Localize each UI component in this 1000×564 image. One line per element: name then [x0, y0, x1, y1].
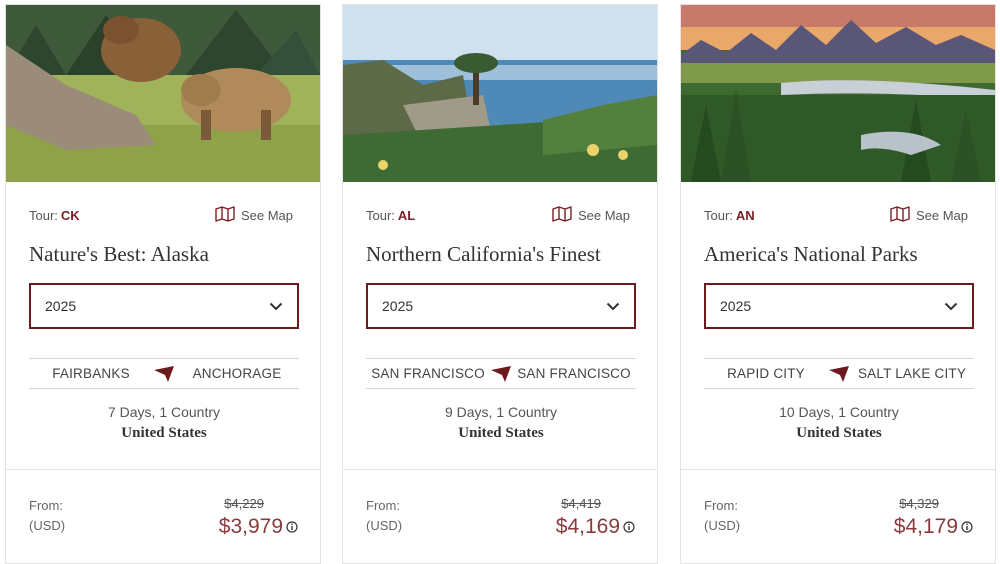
tour-card[interactable]: Tour: AN See Map America's National Parks…: [680, 4, 996, 564]
tour-label: Tour:: [29, 208, 58, 223]
plane-icon: [490, 365, 512, 382]
price-label: From: (USD): [366, 496, 402, 536]
sale-price: $4,179: [893, 515, 958, 538]
sale-price-row: $4,169: [556, 515, 635, 539]
tour-duration: 9 Days, 1 Country: [444, 404, 558, 420]
tour-code-line: Tour: AN: [704, 208, 755, 223]
chevron-down-icon: [269, 298, 283, 314]
see-map-link[interactable]: See Map: [890, 206, 968, 225]
divider: [6, 469, 320, 470]
see-map-link[interactable]: See Map: [552, 206, 630, 225]
chevron-down-icon: [606, 298, 620, 314]
tour-label: Tour:: [704, 208, 733, 223]
tour-duration: 7 Days, 1 Country: [107, 404, 221, 420]
route: RAPID CITY SALT LAKE CITY: [704, 358, 974, 389]
tour-card[interactable]: Tour: CK See Map Nature's Best: Alaska 20…: [5, 4, 321, 564]
tour-photo[interactable]: [681, 5, 995, 182]
tour-country: United States: [458, 425, 544, 441]
route-end: SALT LAKE CITY: [857, 366, 967, 381]
currency-label: (USD): [704, 518, 741, 533]
original-price: $4,229: [224, 496, 264, 511]
from-label: From:: [29, 498, 63, 513]
tour-card[interactable]: Tour: AL See Map Northern California's Fi…: [342, 4, 658, 564]
year-select[interactable]: 2025: [366, 283, 636, 329]
tour-country: United States: [121, 425, 207, 441]
from-label: From:: [366, 498, 400, 513]
map-icon: [890, 206, 910, 225]
sale-price-row: $3,979: [219, 515, 298, 539]
route-start: SAN FRANCISCO: [371, 366, 485, 381]
tour-title[interactable]: Nature's Best: Alaska: [29, 242, 209, 267]
year-value: 2025: [382, 298, 414, 314]
tour-title[interactable]: America's National Parks: [704, 242, 918, 267]
year-select[interactable]: 2025: [29, 283, 299, 329]
route: FAIRBANKS ANCHORAGE: [29, 358, 299, 389]
currency-label: (USD): [29, 518, 66, 533]
tour-title[interactable]: Northern California's Finest: [366, 242, 601, 267]
original-price: $4,329: [899, 496, 939, 511]
sale-price: $4,169: [555, 515, 620, 538]
chevron-down-icon: [944, 298, 958, 314]
from-label: From:: [704, 498, 738, 513]
original-price: $4,419: [561, 496, 601, 511]
route-end: SAN FRANCISCO: [517, 366, 631, 381]
year-value: 2025: [720, 298, 752, 314]
map-icon: [215, 206, 235, 225]
year-value: 2025: [45, 298, 77, 314]
tour-cards: Tour: CK See Map Nature's Best: Alaska 20…: [0, 0, 1000, 564]
info-icon[interactable]: [623, 521, 635, 533]
price-label: From: (USD): [704, 496, 740, 536]
tour-duration: 10 Days, 1 Country: [779, 404, 899, 420]
see-map-label: See Map: [915, 208, 968, 223]
tour-photo[interactable]: [343, 5, 657, 182]
see-map-label: See Map: [240, 208, 293, 223]
divider: [681, 469, 995, 470]
tour-country: United States: [796, 425, 882, 441]
currency-label: (USD): [366, 518, 403, 533]
plane-icon: [828, 365, 850, 382]
route-start: RAPID CITY: [727, 366, 805, 381]
info-icon[interactable]: [286, 521, 298, 533]
tour-code-line: Tour: AL: [366, 208, 415, 223]
see-map-link[interactable]: See Map: [215, 206, 293, 225]
info-icon[interactable]: [961, 521, 973, 533]
tour-label: Tour:: [366, 208, 395, 223]
tour-code: AL: [397, 208, 416, 223]
see-map-label: See Map: [577, 208, 630, 223]
plane-icon: [153, 365, 175, 382]
route: SAN FRANCISCO SAN FRANCISCO: [366, 358, 636, 389]
route-start: FAIRBANKS: [52, 366, 130, 381]
tour-code: CK: [60, 208, 80, 223]
year-select[interactable]: 2025: [704, 283, 974, 329]
route-end: ANCHORAGE: [192, 366, 282, 381]
price-label: From: (USD): [29, 496, 65, 536]
tour-code-line: Tour: CK: [29, 208, 80, 223]
tour-code: AN: [735, 208, 755, 223]
sale-price: $3,979: [218, 515, 283, 538]
map-icon: [552, 206, 572, 225]
tour-photo[interactable]: [6, 5, 320, 182]
sale-price-row: $4,179: [894, 515, 973, 539]
divider: [343, 469, 657, 470]
